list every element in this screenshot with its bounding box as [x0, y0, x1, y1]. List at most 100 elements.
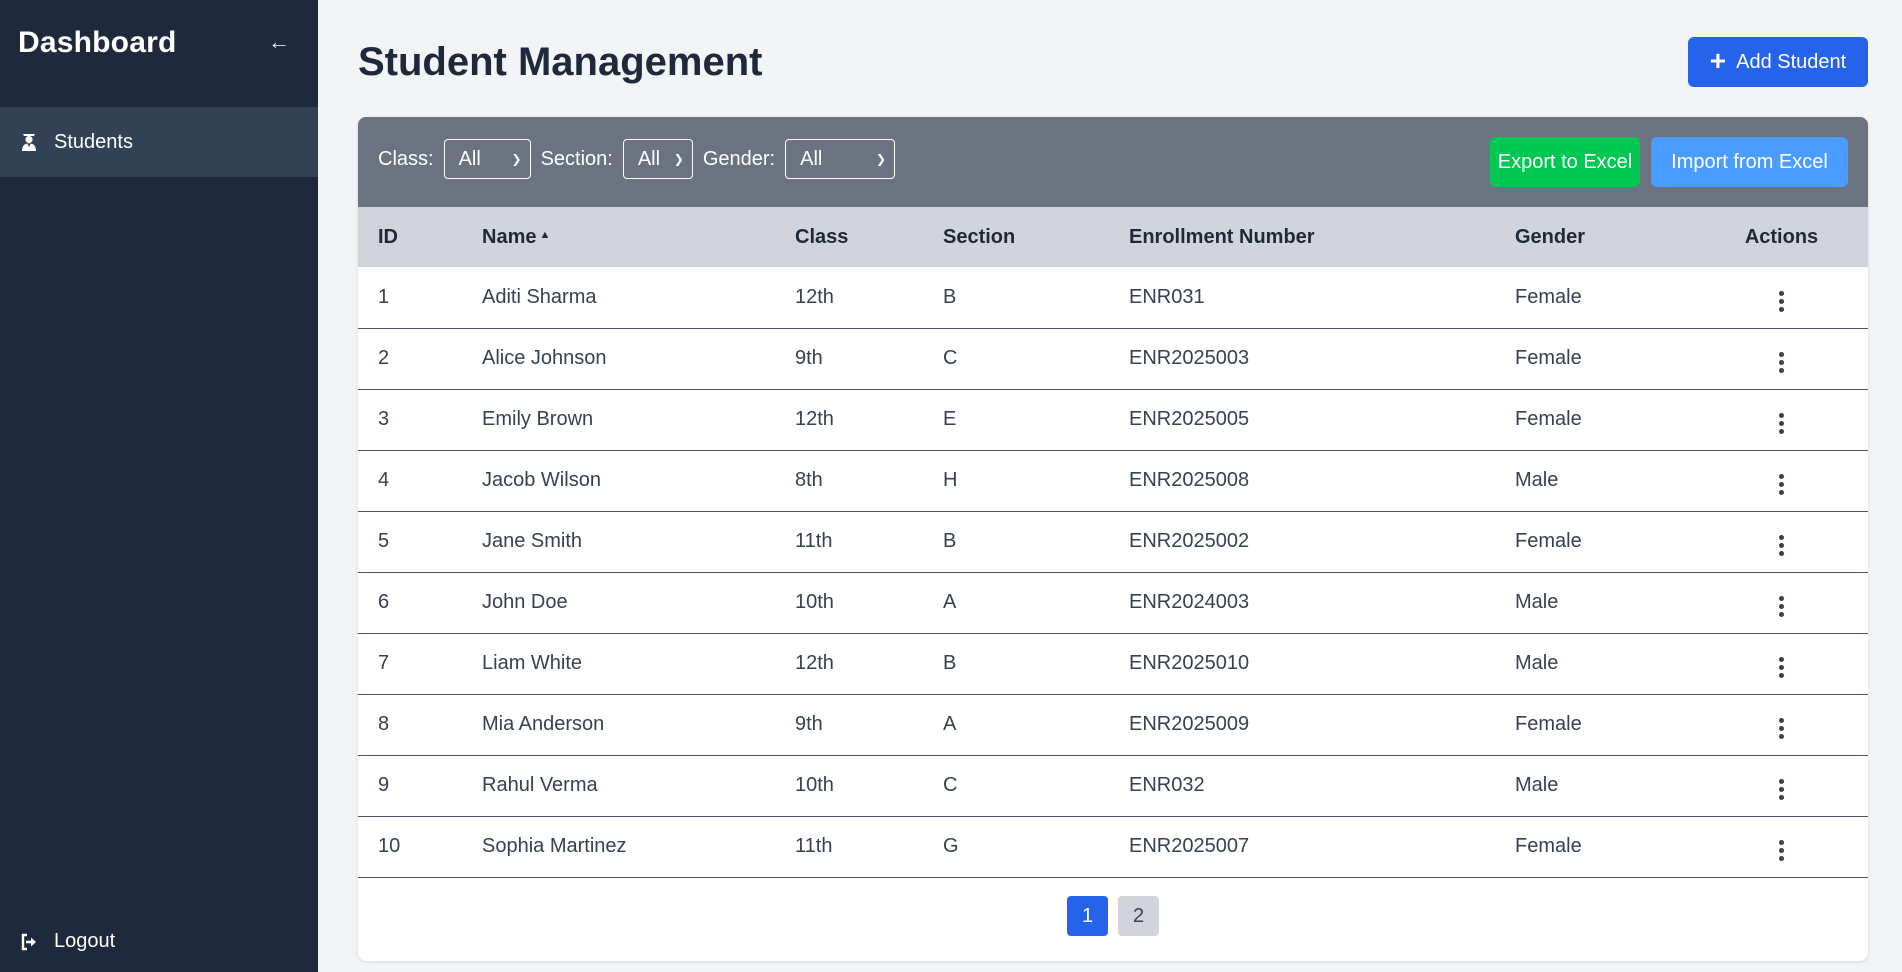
cell-id: 10 — [378, 835, 401, 857]
cell-class: 11th — [795, 530, 833, 552]
chevron-down-icon: ❯ — [876, 152, 887, 166]
cell-actions — [1695, 267, 1868, 328]
class-select[interactable]: All ❯ — [443, 139, 531, 179]
section-select-value: All — [637, 147, 661, 170]
cell-gender: Female — [1515, 285, 1582, 308]
cell-gender: Female — [1515, 835, 1582, 857]
cell-id: 6 — [378, 591, 390, 613]
page-button-2[interactable]: 2 — [1118, 896, 1159, 936]
cell-class: 12th — [795, 285, 834, 308]
column-header-class[interactable]: Class — [775, 207, 923, 267]
cell-section: A — [943, 713, 957, 735]
more-vertical-icon[interactable] — [1771, 775, 1792, 804]
table-body: 1 Aditi Sharma 12th B ENR031 Female 2 Alice Joh… — [358, 267, 1868, 877]
class-filter-label: Class: — [378, 147, 434, 170]
cell-name: Emily Brown — [482, 408, 594, 430]
cell-actions — [1695, 755, 1868, 816]
more-vertical-icon[interactable] — [1771, 470, 1792, 499]
more-vertical-icon[interactable] — [1771, 714, 1792, 743]
column-header-section[interactable]: Section — [923, 207, 1109, 267]
students-table: ID Name ▲ Class Section Enrollment Number… — [358, 207, 1868, 878]
cell-id: 9 — [378, 774, 390, 796]
cell-name: Liam White — [482, 652, 583, 674]
more-vertical-icon[interactable] — [1771, 409, 1792, 438]
column-header-enrollment[interactable]: Enrollment Number — [1109, 207, 1495, 267]
more-vertical-icon[interactable] — [1771, 836, 1792, 865]
cell-gender: Female — [1515, 713, 1582, 735]
more-vertical-icon[interactable] — [1771, 653, 1792, 682]
sidebar-item-label: Students — [54, 130, 133, 153]
column-header-gender[interactable]: Gender — [1495, 207, 1695, 267]
page-button-1[interactable]: 1 — [1067, 896, 1108, 936]
cell-enrollment: ENR2025008 — [1129, 469, 1250, 491]
arrow-left-icon[interactable]: ← — [268, 29, 290, 55]
chevron-down-icon: ❯ — [673, 152, 684, 166]
section-filter-label: Section: — [540, 147, 613, 170]
student-icon — [18, 131, 40, 153]
cell-gender: Female — [1515, 347, 1582, 369]
cell-enrollment: ENR031 — [1129, 285, 1205, 308]
cell-name: Rahul Verma — [482, 774, 598, 796]
cell-enrollment: ENR2025010 — [1129, 652, 1250, 674]
more-vertical-icon[interactable] — [1771, 287, 1792, 316]
cell-class: 10th — [795, 774, 834, 796]
cell-actions — [1695, 694, 1868, 755]
gender-filter-label: Gender: — [702, 147, 776, 170]
cell-name: Alice Johnson — [482, 347, 607, 369]
column-header-name[interactable]: Name ▲ — [462, 207, 775, 267]
chevron-down-icon: ❯ — [511, 152, 522, 166]
more-vertical-icon[interactable] — [1771, 592, 1792, 621]
add-student-button[interactable]: + Add Student — [1688, 37, 1868, 87]
table-row: 10 Sophia Martinez 11th G ENR2025007 Female — [358, 816, 1868, 877]
gender-select-value: All — [800, 147, 823, 170]
table-row: 3 Emily Brown 12th E ENR2025005 Female — [358, 389, 1868, 450]
sidebar-title: Dashboard — [18, 26, 177, 59]
logout-label: Logout — [54, 930, 116, 952]
table-header-row: ID Name ▲ Class Section Enrollment Number… — [358, 207, 1868, 267]
more-vertical-icon[interactable] — [1771, 348, 1792, 377]
cell-section: B — [943, 285, 957, 308]
cell-section: A — [943, 591, 957, 613]
import-excel-button[interactable]: Import from Excel — [1651, 137, 1848, 187]
cell-section: H — [943, 469, 958, 491]
cell-class: 12th — [795, 408, 834, 430]
cell-class: 10th — [795, 591, 834, 613]
sidebar-header: Dashboard ← — [0, 0, 318, 88]
cell-id: 8 — [378, 713, 390, 735]
cell-name: John Doe — [482, 591, 568, 613]
logout-icon — [18, 931, 40, 953]
cell-id: 4 — [378, 469, 390, 491]
table-row: 5 Jane Smith 11th B ENR2025002 Female — [358, 511, 1868, 572]
students-card: Class: All ❯ Section: All ❯ Gender: All … — [358, 117, 1868, 961]
cell-enrollment: ENR2025002 — [1129, 530, 1250, 552]
cell-gender: Male — [1515, 774, 1559, 796]
sort-up-icon: ▲ — [539, 228, 551, 241]
cell-name: Jane Smith — [482, 530, 583, 552]
column-header-id[interactable]: ID — [358, 207, 462, 267]
cell-gender: Male — [1515, 469, 1559, 491]
logout-button[interactable]: Logout — [18, 930, 115, 953]
table-row: 7 Liam White 12th B ENR2025010 Male — [358, 633, 1868, 694]
column-header-name-label: Name — [482, 225, 537, 248]
export-excel-button[interactable]: Export to Excel — [1490, 137, 1640, 187]
table-row: 1 Aditi Sharma 12th B ENR031 Female — [358, 267, 1868, 328]
sidebar-item-students[interactable]: Students — [0, 107, 318, 177]
cell-name: Aditi Sharma — [482, 285, 597, 308]
cell-class: 12th — [795, 652, 834, 674]
gender-select[interactable]: All ❯ — [785, 139, 896, 179]
table-row: 8 Mia Anderson 9th A ENR2025009 Female — [358, 694, 1868, 755]
cell-actions — [1695, 633, 1868, 694]
cell-section: B — [943, 652, 957, 674]
cell-enrollment: ENR2024003 — [1129, 591, 1250, 613]
more-vertical-icon[interactable] — [1771, 531, 1792, 560]
cell-actions — [1695, 572, 1868, 633]
cell-name: Mia Anderson — [482, 713, 605, 735]
section-select[interactable]: All ❯ — [622, 139, 693, 179]
sidebar: Dashboard ← Students Logout — [0, 0, 318, 972]
cell-name: Sophia Martinez — [482, 835, 627, 857]
cell-section: C — [943, 347, 958, 369]
cell-class: 11th — [795, 835, 833, 857]
cell-enrollment: ENR2025005 — [1129, 408, 1250, 430]
cell-section: B — [943, 530, 957, 552]
cell-actions — [1695, 328, 1868, 389]
